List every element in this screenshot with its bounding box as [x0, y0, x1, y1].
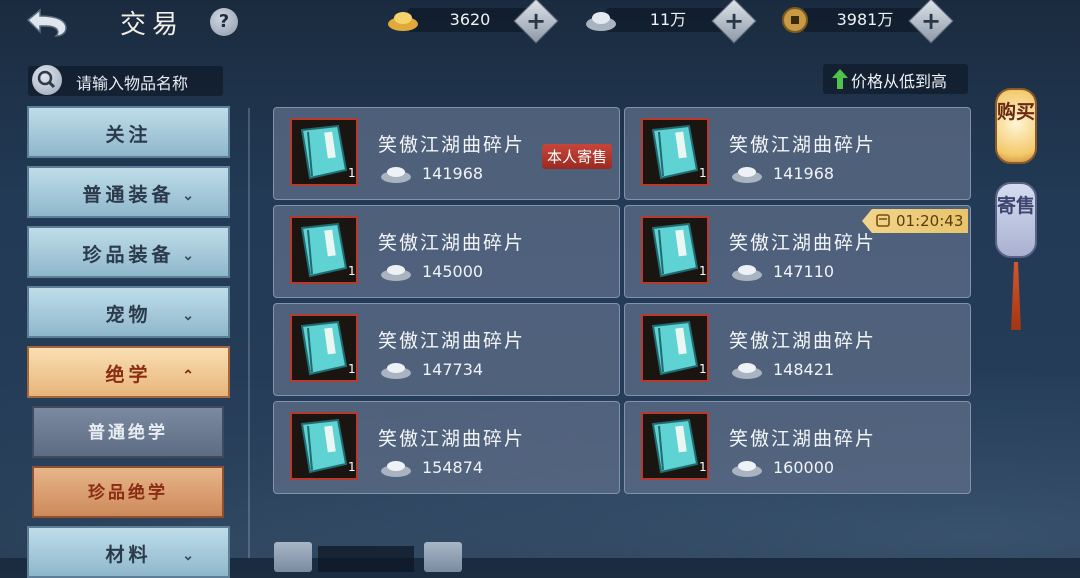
item-price: 147734 — [422, 360, 484, 379]
chevron-down-icon: ⌄ — [182, 548, 198, 564]
subcategory-rare-skills[interactable]: 珍品绝学 — [32, 466, 224, 518]
own-listing-badge: 本人寄售 — [542, 144, 613, 169]
item-name: 笑傲江湖曲碎片 — [378, 428, 526, 450]
scroll-book-icon — [300, 320, 348, 376]
listing-card[interactable]: 1 笑傲江湖曲碎片 141968 — [624, 107, 971, 200]
top-bar: 交易 ? 3620 + 11万 + 3981万 + — [0, 0, 1080, 44]
item-price: 147110 — [773, 262, 835, 281]
item-price: 141968 — [773, 164, 835, 183]
add-silver-button[interactable]: + — [711, 0, 757, 44]
category-label: 材料 — [105, 544, 152, 566]
silver-ingot-icon — [381, 363, 411, 379]
category-follow[interactable]: 关注 — [27, 106, 230, 158]
item-name: 笑傲江湖曲碎片 — [729, 232, 877, 254]
category-label: 普通装备 — [82, 184, 175, 206]
silver-ingot-icon — [381, 265, 411, 281]
tab-sell[interactable]: 寄售 — [995, 182, 1037, 258]
scroll-book-icon — [300, 124, 348, 180]
silver-ingot-icon — [732, 167, 762, 183]
category-label: 绝学 — [105, 364, 152, 386]
sort-label: 价格从低到高 — [851, 72, 948, 91]
search-placeholder[interactable]: 请输入物品名称 — [76, 70, 188, 94]
scroll-book-icon — [651, 124, 699, 180]
chevron-down-icon: ⌄ — [182, 308, 198, 324]
silver-ingot-icon — [381, 167, 411, 183]
item-price: 145000 — [422, 262, 484, 281]
item-quantity: 1 — [699, 264, 707, 278]
category-label: 宠物 — [105, 304, 152, 326]
item-quantity: 1 — [348, 264, 356, 278]
back-arrow-icon[interactable] — [22, 6, 72, 38]
item-name: 笑傲江湖曲碎片 — [378, 134, 526, 156]
item-name: 笑傲江湖曲碎片 — [729, 330, 877, 352]
category-materials[interactable]: 材料 ⌄ — [27, 526, 230, 578]
subcategory-normal-skills[interactable]: 普通绝学 — [32, 406, 224, 458]
add-gold-button[interactable]: + — [513, 0, 559, 44]
item-price: 148421 — [773, 360, 835, 379]
silver-ingot-icon — [381, 461, 411, 477]
item-quantity: 1 — [348, 460, 356, 474]
item-price: 154874 — [422, 458, 484, 477]
page-title: 交易 — [120, 10, 185, 40]
item-price: 141968 — [422, 164, 484, 183]
search-icon[interactable] — [32, 65, 62, 95]
category-pets[interactable]: 宠物 ⌄ — [27, 286, 230, 338]
page-indicator — [318, 546, 414, 572]
arrow-up-icon — [832, 69, 848, 89]
prev-page-button[interactable] — [274, 542, 312, 572]
tassel-decoration — [1011, 262, 1021, 330]
timer-icon — [876, 214, 890, 227]
listing-card[interactable]: 1 笑傲江湖曲碎片 147734 — [273, 303, 620, 396]
item-name: 笑傲江湖曲碎片 — [378, 232, 526, 254]
item-name: 笑傲江湖曲碎片 — [378, 330, 526, 352]
sidebar-divider — [248, 108, 250, 558]
scroll-book-icon — [651, 222, 699, 278]
gold-ingot-icon — [388, 12, 418, 31]
scroll-book-icon — [300, 418, 348, 474]
category-label: 珍品装备 — [82, 244, 175, 266]
category-label: 关注 — [105, 124, 152, 146]
add-copper-button[interactable]: + — [908, 0, 954, 44]
listing-card[interactable]: 1 笑傲江湖曲碎片 141968 本人寄售 — [273, 107, 620, 200]
copper-coin-icon — [782, 7, 808, 33]
silver-ingot-icon — [732, 265, 762, 281]
scroll-book-icon — [300, 222, 348, 278]
chevron-up-icon: ⌃ — [182, 368, 198, 384]
listing-card[interactable]: 1 笑傲江湖曲碎片 160000 — [624, 401, 971, 494]
category-skills[interactable]: 绝学 ⌃ — [27, 346, 230, 398]
scroll-book-icon — [651, 418, 699, 474]
tab-buy[interactable]: 购买 — [995, 88, 1037, 164]
item-quantity: 1 — [348, 362, 356, 376]
silver-ingot-icon — [732, 461, 762, 477]
chevron-down-icon: ⌄ — [182, 248, 198, 264]
item-quantity: 1 — [699, 166, 707, 180]
silver-ingot-icon — [732, 363, 762, 379]
listing-card[interactable]: 1 笑傲江湖曲碎片 154874 — [273, 401, 620, 494]
next-page-button[interactable] — [424, 542, 462, 572]
help-button[interactable]: ? — [210, 8, 238, 36]
item-quantity: 1 — [348, 166, 356, 180]
item-quantity: 1 — [699, 460, 707, 474]
listing-card[interactable]: 1 笑傲江湖曲碎片 148421 — [624, 303, 971, 396]
scroll-book-icon — [651, 320, 699, 376]
countdown-badge: 01:20:43 — [862, 209, 968, 233]
sort-price-button[interactable]: 价格从低到高 — [823, 64, 968, 94]
listing-card[interactable]: 1 笑傲江湖曲碎片 145000 — [273, 205, 620, 298]
item-name: 笑傲江湖曲碎片 — [729, 134, 877, 156]
item-quantity: 1 — [699, 362, 707, 376]
category-rare-equipment[interactable]: 珍品装备 ⌄ — [27, 226, 230, 278]
silver-ingot-icon — [586, 12, 616, 31]
countdown-text: 01:20:43 — [896, 212, 964, 230]
item-name: 笑傲江湖曲碎片 — [729, 428, 877, 450]
item-price: 160000 — [773, 458, 835, 477]
category-normal-equipment[interactable]: 普通装备 ⌄ — [27, 166, 230, 218]
search-bar[interactable]: 请输入物品名称 — [28, 65, 223, 96]
chevron-down-icon: ⌄ — [182, 188, 198, 204]
